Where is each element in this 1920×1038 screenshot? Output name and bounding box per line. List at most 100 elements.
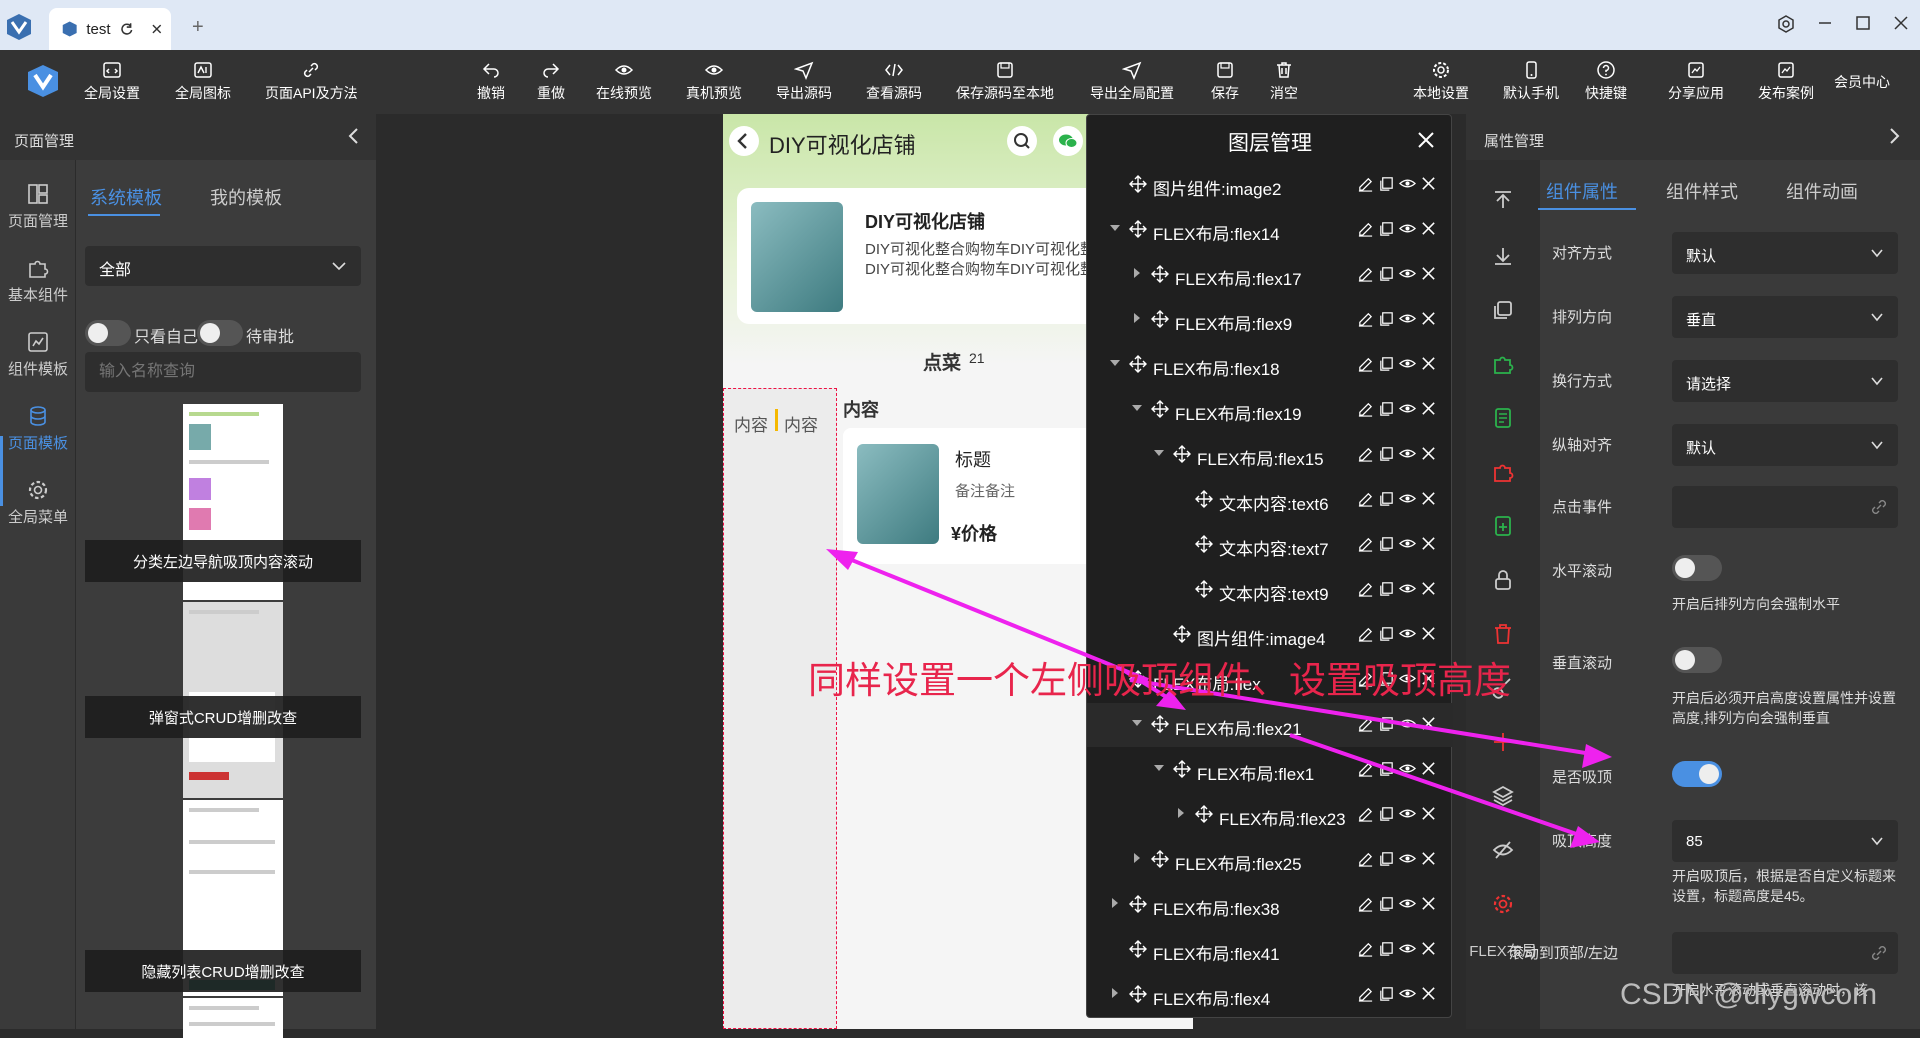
delete-icon[interactable] — [1420, 400, 1437, 417]
trash-red-icon[interactable] — [1491, 622, 1515, 646]
delete-icon[interactable] — [1420, 895, 1437, 912]
copy-icon[interactable] — [1378, 535, 1395, 552]
document-green-icon[interactable] — [1491, 406, 1515, 430]
puzzle-red-icon[interactable] — [1491, 460, 1515, 484]
drag-move-icon[interactable] — [1129, 940, 1147, 958]
eye-icon[interactable] — [1399, 175, 1416, 192]
chevron-down-icon[interactable] — [1153, 762, 1165, 774]
drag-move-icon[interactable] — [1195, 805, 1213, 823]
drag-move-icon[interactable] — [1195, 535, 1213, 553]
nav-page-templates[interactable]: 页面模板 — [0, 404, 76, 453]
layer-row[interactable]: 图片组件:image2 — [1087, 163, 1453, 207]
eye-icon[interactable] — [1399, 580, 1416, 597]
delete-icon[interactable] — [1420, 805, 1437, 822]
drag-move-icon[interactable] — [1129, 985, 1147, 1003]
pending-toggle[interactable] — [197, 320, 243, 346]
redo-button[interactable]: 重做 — [537, 60, 565, 103]
eye-icon[interactable] — [1399, 760, 1416, 777]
tab-test[interactable]: test — [49, 8, 171, 50]
default-phone-button[interactable]: 默认手机 — [1503, 60, 1559, 103]
wrap-select[interactable]: 请选择 — [1672, 360, 1898, 402]
settings-hex-icon[interactable] — [1776, 14, 1796, 34]
name-search-input[interactable] — [85, 352, 361, 392]
tab-component-animation[interactable]: 组件动画 — [1786, 178, 1858, 204]
delete-icon[interactable] — [1420, 850, 1437, 867]
chevron-down-icon[interactable] — [1109, 222, 1121, 234]
hscroll-toggle[interactable] — [1672, 555, 1722, 581]
local-settings-button[interactable]: 本地设置 — [1413, 60, 1469, 103]
nav-component-templates[interactable]: 组件模板 — [0, 330, 76, 379]
drag-move-icon[interactable] — [1151, 715, 1169, 733]
edit-icon[interactable] — [1357, 445, 1374, 462]
tab-component-props[interactable]: 组件属性 — [1546, 178, 1618, 204]
delete-icon[interactable] — [1420, 760, 1437, 777]
side-nav-item[interactable]: 内容 — [784, 411, 818, 436]
edit-icon[interactable] — [1357, 265, 1374, 282]
add-document-icon[interactable] — [1491, 514, 1515, 538]
eye-icon[interactable] — [1399, 715, 1416, 732]
new-tab-button[interactable]: + — [192, 16, 204, 39]
chevron-right-icon[interactable] — [1175, 807, 1187, 819]
drag-move-icon[interactable] — [1173, 760, 1191, 778]
delete-icon[interactable] — [1420, 490, 1437, 507]
move-red-icon[interactable] — [1491, 730, 1515, 754]
drag-move-icon[interactable] — [1195, 580, 1213, 598]
side-nav-item[interactable]: 内容 — [734, 411, 768, 436]
drag-move-icon[interactable] — [1129, 355, 1147, 373]
layer-row[interactable]: 文本内容:text7 — [1087, 523, 1453, 567]
nav-page-management[interactable]: 页面管理 — [0, 182, 76, 231]
copy-icon[interactable] — [1378, 895, 1395, 912]
layer-row[interactable]: FLEX布局:flex9 — [1087, 298, 1453, 342]
delete-icon[interactable] — [1420, 625, 1437, 642]
align-select[interactable]: 默认 — [1672, 232, 1898, 274]
edit-icon[interactable] — [1357, 580, 1374, 597]
chevron-down-icon[interactable] — [1153, 447, 1165, 459]
template-card[interactable]: 分类左边导航吸顶内容滚动 — [85, 404, 361, 600]
chevron-down-icon[interactable] — [1109, 357, 1121, 369]
delete-icon[interactable] — [1420, 445, 1437, 462]
vscroll-toggle[interactable] — [1672, 647, 1722, 673]
eye-icon[interactable] — [1399, 625, 1416, 642]
chevron-right-icon[interactable] — [1131, 852, 1143, 864]
drag-move-icon[interactable] — [1195, 490, 1213, 508]
chevron-right-icon[interactable] — [1109, 897, 1121, 909]
shortcuts-button[interactable]: 快捷键 — [1585, 60, 1627, 103]
move-top-icon[interactable] — [1491, 188, 1515, 212]
template-card[interactable] — [85, 998, 361, 1038]
copy-icon[interactable] — [1378, 445, 1395, 462]
member-center-button[interactable]: 会员中心 — [1834, 72, 1890, 92]
eye-icon[interactable] — [1399, 490, 1416, 507]
edit-icon[interactable] — [1357, 805, 1374, 822]
eye-icon[interactable] — [1399, 220, 1416, 237]
layer-row[interactable]: FLEX布局:flex14 — [1087, 208, 1453, 252]
save-button[interactable]: 保存 — [1211, 60, 1239, 103]
layer-row[interactable]: FLEX布局:flex17 — [1087, 253, 1453, 297]
eye-icon[interactable] — [1399, 850, 1416, 867]
layer-row[interactable]: FLEX布局:flex38 — [1087, 883, 1453, 927]
eye-icon[interactable] — [1399, 535, 1416, 552]
eye-icon[interactable] — [1399, 355, 1416, 372]
copy-icon[interactable] — [1378, 940, 1395, 957]
chevron-down-icon[interactable] — [1131, 717, 1143, 729]
only-mine-toggle[interactable] — [85, 320, 131, 346]
global-settings-button[interactable]: 全局设置 — [84, 60, 140, 103]
close-window-icon[interactable] — [1892, 14, 1910, 32]
tab-my-templates[interactable]: 我的模板 — [210, 184, 282, 210]
layer-row[interactable]: 文本内容:text9 — [1087, 568, 1453, 612]
drag-move-icon[interactable] — [1151, 850, 1169, 868]
drag-move-icon[interactable] — [1173, 445, 1191, 463]
direction-select[interactable]: 垂直 — [1672, 296, 1898, 338]
delete-icon[interactable] — [1420, 310, 1437, 327]
minimize-icon[interactable] — [1816, 14, 1834, 32]
drag-move-icon[interactable] — [1129, 895, 1147, 913]
chevron-right-icon[interactable] — [1131, 267, 1143, 279]
layer-row[interactable]: FLEX布局:flex23 — [1087, 793, 1453, 837]
layer-row[interactable]: FLEX布局:flex15 — [1087, 433, 1453, 477]
view-source-button[interactable]: 查看源码 — [866, 60, 922, 103]
order-tab-title[interactable]: 点菜 — [923, 348, 961, 375]
layers-icon[interactable] — [1491, 784, 1515, 808]
layer-row[interactable]: FLEX布局:flex41 — [1087, 928, 1453, 972]
click-event-input[interactable] — [1672, 486, 1898, 528]
category-select[interactable]: 全部 — [85, 246, 361, 286]
scroll-to-input[interactable] — [1672, 932, 1898, 974]
